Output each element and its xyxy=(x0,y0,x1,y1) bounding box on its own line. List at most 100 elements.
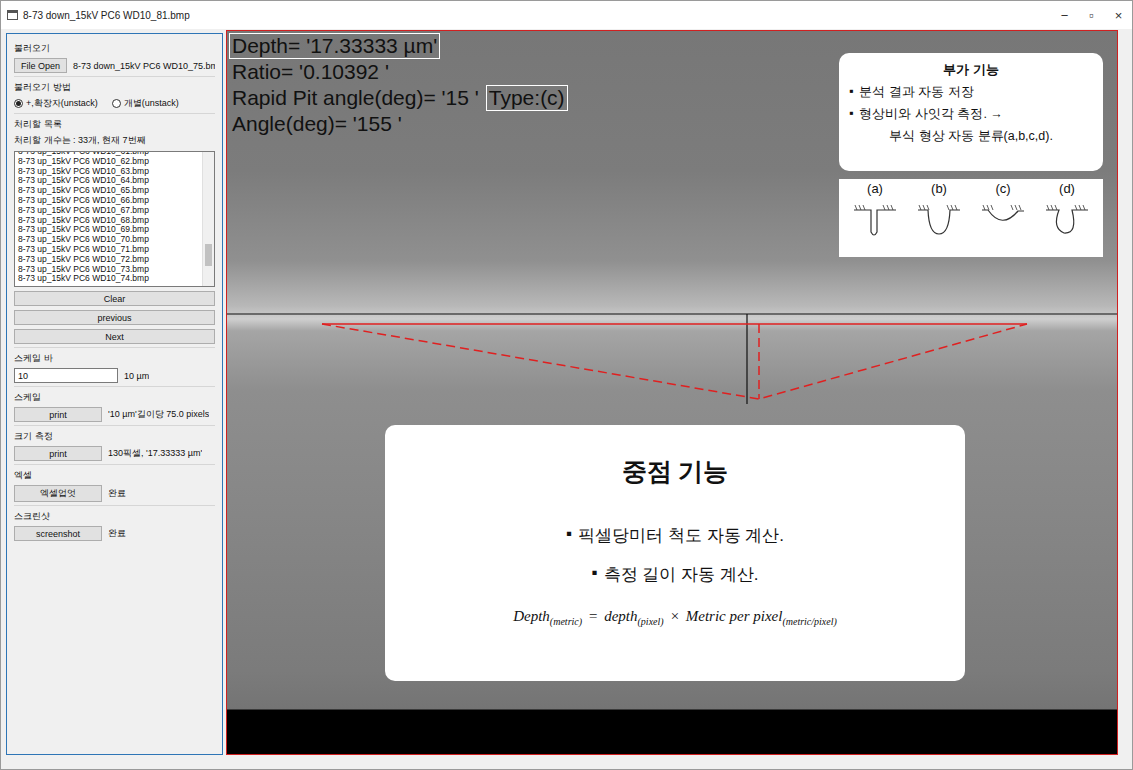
file-open-button[interactable]: File Open xyxy=(14,58,67,73)
window-controls: −▫× xyxy=(1051,1,1132,29)
action-row: print '10 µm'길이당 75.0 pixels xyxy=(14,407,215,422)
scale-bar-section: 스케일 바 10 10 µm xyxy=(14,347,215,383)
formula-term: depth(pixel) xyxy=(604,608,663,627)
window-control-button[interactable]: ▫ xyxy=(1078,1,1105,29)
list-section: 처리할 목록처리할 개수는 : 33개, 현재 7번째 8-73 up_15kV … xyxy=(14,113,215,344)
formula-term: = xyxy=(588,608,598,625)
callout-bullet: ▪픽셀당미터 척도 자동 계산. xyxy=(395,524,955,547)
action-section: 크기 측정 print130픽셀, '17.33333 µm' xyxy=(14,425,215,461)
file-list-item[interactable]: 8-73 up_15kV PC6 WD10_74.bmp xyxy=(18,274,202,284)
scrollbar[interactable] xyxy=(202,152,214,286)
action-button[interactable]: screenshot xyxy=(14,526,102,541)
file-list-item[interactable]: 8-73 up_15kV PC6 WD10_65.bmp xyxy=(18,186,202,196)
section-label: 스케일 바 xyxy=(14,352,215,364)
callout-bullet: ▪분석 결과 자동 저장 xyxy=(849,84,1093,101)
readout-text: Ratio= '0.10392 ' xyxy=(229,59,392,85)
action-section: 스케일 print '10 µm'길이당 75.0 pixels xyxy=(14,386,215,422)
readout-line: Rapid Pit angle(deg)= '15 'Type:(c) xyxy=(229,85,568,111)
scale-bar-unit: 10 µm xyxy=(124,371,149,381)
file-list-item[interactable]: 8-73 up_15kV PC6 WD10_63.bmp xyxy=(18,167,202,177)
callout-title: 중점 기능 xyxy=(395,455,955,488)
key-features-callout: 중점 기능 ▪픽셀당미터 척도 자동 계산. ▪측정 길이 자동 계산. Depth(… xyxy=(385,425,965,681)
window-control-button[interactable]: × xyxy=(1105,1,1132,29)
action-row: print130픽셀, '17.33333 µm' xyxy=(14,446,215,461)
file-list-item[interactable]: 8-73 up_15kV PC6 WD10_62.bmp xyxy=(18,157,202,167)
file-list-item[interactable]: 8-73 up_15kV PC6 WD10_69.bmp xyxy=(18,225,202,235)
action-result: '10 µm'길이당 75.0 pixels xyxy=(108,408,209,421)
file-list-item[interactable]: 8-73 up_15kV PC6 WD10_70.bmp xyxy=(18,235,202,245)
action-section: 엑셀엑셀업엇완료 xyxy=(14,464,215,502)
list-count: 처리할 개수는 : 33개, 현재 7번째 xyxy=(14,134,215,147)
file-list-item[interactable]: 8-73 up_15kV PC6 WD10_67.bmp xyxy=(18,206,202,216)
formula-term: Metric per pixel(metric/pixel) xyxy=(686,608,837,627)
action-button[interactable]: 엑셀업엇 xyxy=(14,485,102,502)
window-title: 8-73 down_15kV PC6 WD10_81.bmp xyxy=(23,10,1046,21)
formula-term: × xyxy=(670,608,680,625)
readout-line: Ratio= '0.10392 ' xyxy=(229,59,568,85)
pit-shapes: (a) (b) (c) (d) xyxy=(839,179,1103,257)
callout-bullet: ▪형상비와 사잇각 측정. → xyxy=(849,106,1093,123)
file-list-item[interactable]: 8-73 up_15kV PC6 WD10_64.bmp xyxy=(18,176,202,186)
main-area: 불러오기 File Open 8-73 down_15kV PC6 WD10_75.… xyxy=(1,29,1132,769)
nav-row: previous xyxy=(14,310,215,325)
scale-bar-input[interactable]: 10 xyxy=(14,368,118,383)
section-label: 크기 측정 xyxy=(14,430,215,442)
window-control-button[interactable]: − xyxy=(1051,1,1078,29)
nav-button[interactable]: Next xyxy=(14,329,215,344)
file-list[interactable]: 8-73 up_15kV PC6 WD10_61.bmp8-73 up_15kV… xyxy=(14,151,215,287)
formula-term: Depth(metric) xyxy=(513,608,582,627)
file-list-scroll: 8-73 up_15kV PC6 WD10_61.bmp8-73 up_15kV… xyxy=(18,152,202,284)
action-result: 완료 xyxy=(108,487,126,500)
sem-image: Depth= '17.33333 µm'Ratio= '0.10392 'Rap… xyxy=(226,30,1118,755)
file-list-item[interactable]: 8-73 up_15kV PC6 WD10_73.bmp xyxy=(18,265,202,275)
readout-text: Angle(deg)= '155 ' xyxy=(229,111,405,137)
extra-features-callout: 부가 기능 ▪분석 결과 자동 저장 ▪형상비와 사잇각 측정. → 부식 형상 자동… xyxy=(839,53,1103,171)
readout-text: Depth= '17.33333 µm' xyxy=(229,33,440,59)
load-section: 불러오기 File Open 8-73 down_15kV PC6 WD10_75.… xyxy=(14,38,215,73)
file-list-item[interactable]: 8-73 up_15kV PC6 WD10_72.bmp xyxy=(18,255,202,265)
action-row: screenshot완료 xyxy=(14,526,215,541)
callout-bullet: ▪측정 길이 자동 계산. xyxy=(395,563,955,586)
section-label: 불러오기 xyxy=(14,42,215,54)
nav-button[interactable]: previous xyxy=(14,310,215,325)
file-row: File Open 8-73 down_15kV PC6 WD10_75.bmp xyxy=(14,58,215,73)
app-icon xyxy=(7,10,18,20)
radio-label: 개별(unstack) xyxy=(124,97,179,110)
section-label: 불러오기 방법 xyxy=(14,81,215,93)
file-list-item[interactable]: 8-73 up_15kV PC6 WD10_71.bmp xyxy=(18,245,202,255)
pit-shape: (c) xyxy=(980,181,1026,255)
nav-row: Clear xyxy=(14,291,215,306)
readout-text: Type:(c) xyxy=(486,85,568,111)
file-name: 8-73 down_15kV PC6 WD10_75.bmp xyxy=(73,61,215,71)
readout-line: Angle(deg)= '155 ' xyxy=(229,111,568,137)
action-section: 스크린샷 screenshot완료 xyxy=(14,505,215,541)
pit-shape: (d) xyxy=(1044,181,1090,255)
file-list-items: 8-73 up_15kV PC6 WD10_61.bmp8-73 up_15kV… xyxy=(15,152,202,286)
file-list-item[interactable]: 8-73 up_15kV PC6 WD10_68.bmp xyxy=(18,216,202,226)
action-row: 엑셀업엇 완료 xyxy=(14,485,215,502)
action-button[interactable]: print xyxy=(14,446,102,461)
section-label: 스케일 xyxy=(14,391,215,403)
title-bar: 8-73 down_15kV PC6 WD10_81.bmp−▫× xyxy=(1,1,1132,29)
scroll-thumb[interactable] xyxy=(205,244,212,266)
radio-row: +,확장자(unstack) 개별(unstack) xyxy=(14,97,215,110)
file-list-item[interactable]: 8-73 up_15kV PC6 WD10_66.bmp xyxy=(18,196,202,206)
measurement-readouts: Depth= '17.33333 µm'Ratio= '0.10392 'Rap… xyxy=(229,33,568,137)
section-label: 처리할 목록 xyxy=(14,118,215,130)
radio-option[interactable]: +,확장자(unstack) xyxy=(14,97,98,110)
side-panel: 불러오기 File Open 8-73 down_15kV PC6 WD10_75.… xyxy=(6,33,223,755)
radio-option[interactable]: 개별(unstack) xyxy=(112,97,179,110)
pit-shape: (b) xyxy=(916,181,962,255)
callout-note: 부식 형상 자동 분류(a,b,c,d). xyxy=(849,128,1093,145)
action-button[interactable]: print xyxy=(14,407,102,422)
section-label: 스크린샷 xyxy=(14,510,215,522)
pit-shape: (a) xyxy=(852,181,898,255)
nav-button[interactable]: Clear xyxy=(14,291,215,306)
radio-icon[interactable] xyxy=(14,99,23,108)
callout-title: 부가 기능 xyxy=(849,61,1093,79)
radio-icon[interactable] xyxy=(112,99,121,108)
method-section: 불러오기 방법 +,확장자(unstack) 개별(unstack) xyxy=(14,76,215,110)
pit-narrow-icon xyxy=(852,196,898,240)
depth-formula: Depth(metric) = depth(pixel) × Metric per pi… xyxy=(395,608,955,627)
scale-bar-row: 10 10 µm xyxy=(14,368,215,383)
